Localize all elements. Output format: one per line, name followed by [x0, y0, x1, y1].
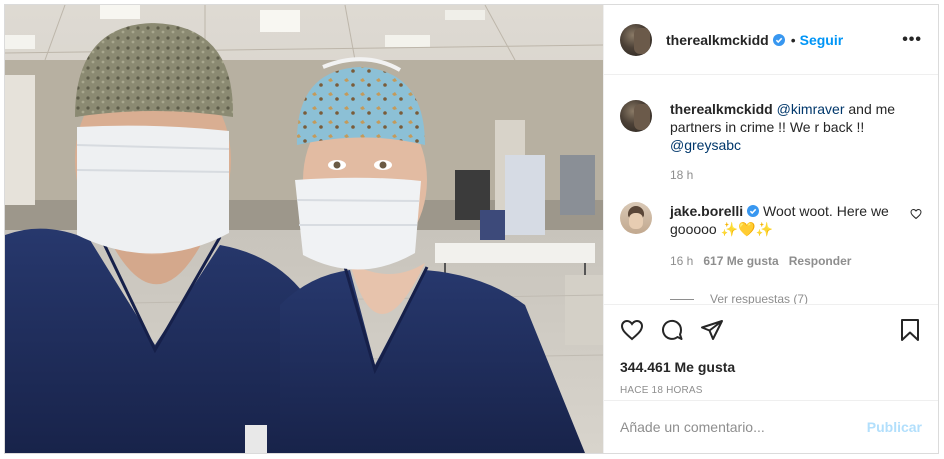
caption-meta: 18 h	[670, 166, 910, 184]
post-timestamp[interactable]: HACE 18 HORAS	[620, 385, 922, 396]
caption-time[interactable]: 18 h	[670, 166, 693, 184]
follow-button[interactable]: Seguir	[800, 32, 844, 48]
comments-list[interactable]: therealkmckidd @kimraver and me partners…	[604, 76, 938, 304]
view-replies[interactable]: Ver respuestas (7)	[670, 292, 922, 304]
comment-likes[interactable]: 617 Me gusta	[703, 252, 778, 270]
commenter-avatar[interactable]	[620, 202, 652, 234]
post-header: therealkmckidd • Seguir •••	[604, 5, 938, 75]
author-username[interactable]: therealkmckidd	[666, 32, 769, 48]
caption-mention[interactable]: @kimraver	[777, 101, 845, 117]
comment-row: jake.borelli Woot woot. Here we gooooo ✨…	[620, 202, 922, 270]
comment-input[interactable]	[620, 419, 867, 435]
caption-username[interactable]: therealkmckidd	[670, 101, 773, 117]
comment-composer: Publicar	[604, 400, 938, 453]
more-icon[interactable]: •••	[902, 31, 922, 49]
share-icon[interactable]	[700, 318, 724, 342]
view-replies-label[interactable]: Ver respuestas (7)	[710, 292, 808, 304]
caption-avatar[interactable]	[620, 100, 652, 132]
reply-button[interactable]: Responder	[789, 252, 852, 270]
post-photo[interactable]	[5, 5, 603, 453]
post-sidebar: therealkmckidd • Seguir ••• therealkmcki…	[603, 5, 938, 453]
commenter-username[interactable]: jake.borelli	[670, 203, 743, 219]
caption-row: therealkmckidd @kimraver and me partners…	[620, 100, 922, 184]
post-modal: therealkmckidd • Seguir ••• therealkmcki…	[4, 4, 939, 454]
commenter-verified-icon	[747, 205, 760, 217]
publish-button[interactable]: Publicar	[867, 419, 922, 435]
action-icons	[620, 315, 922, 345]
comment-icon[interactable]	[660, 318, 684, 342]
save-icon[interactable]	[898, 318, 922, 342]
verified-icon	[772, 33, 785, 46]
author-avatar[interactable]	[620, 23, 652, 56]
likes-count[interactable]: 344.461 Me gusta	[620, 359, 922, 375]
comment-heart-icon[interactable]	[910, 208, 922, 220]
comment-emojis: ✨💛✨	[720, 221, 773, 237]
comment-time[interactable]: 16 h	[670, 252, 693, 270]
caption-text: therealkmckidd @kimraver and me partners…	[670, 100, 910, 184]
separator-dot: •	[790, 31, 796, 48]
comment-meta: 16 h 617 Me gusta Responder	[670, 252, 900, 270]
like-heart-icon[interactable]	[620, 318, 644, 342]
replies-divider	[670, 298, 694, 300]
post-actions: 344.461 Me gusta HACE 18 HORAS	[604, 304, 938, 396]
comment-text: jake.borelli Woot woot. Here we gooooo ✨…	[670, 202, 900, 270]
caption-tag[interactable]: @greysabc	[670, 137, 741, 153]
